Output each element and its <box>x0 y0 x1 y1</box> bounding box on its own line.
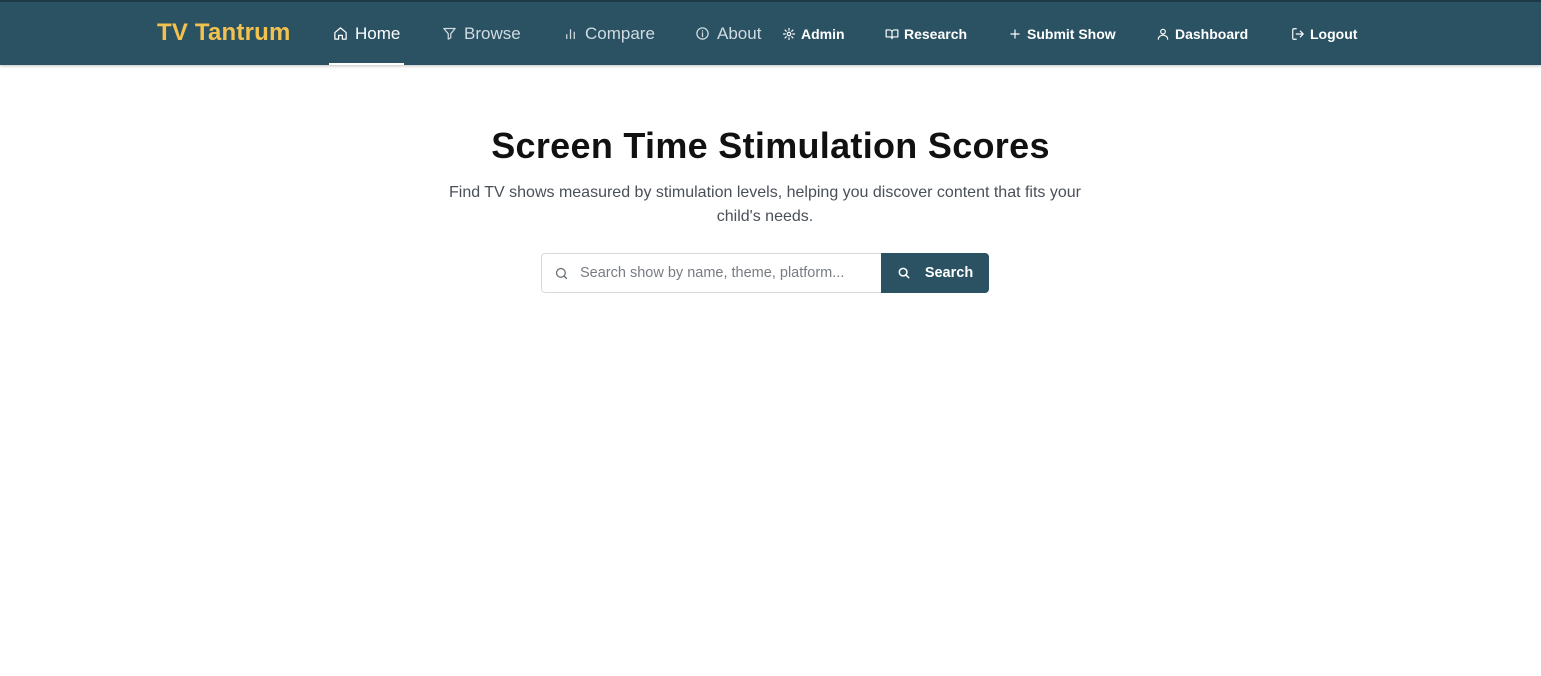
user-icon <box>1157 28 1169 40</box>
plus-icon <box>1010 28 1020 39</box>
nav-dashboard[interactable]: Dashboard <box>1156 2 1248 65</box>
search-input[interactable] <box>580 255 882 291</box>
nav-submit-show[interactable]: Submit Show <box>1008 2 1116 65</box>
bar-chart-icon <box>566 29 575 40</box>
gear-icon <box>782 27 796 40</box>
page-subtitle: Find TV shows measured by stimulation le… <box>448 184 1081 225</box>
info-icon <box>696 27 709 40</box>
brand-logo[interactable]: TV Tantrum <box>157 19 291 47</box>
nav-browse[interactable]: Browse <box>442 2 521 65</box>
nav-logout[interactable]: Logout <box>1291 2 1357 65</box>
nav-dashboard-label: Dashboard <box>1175 25 1249 42</box>
nav-admin-label: Admin <box>801 25 845 42</box>
page-title: Screen Time Stimulation Scores <box>491 125 1050 166</box>
nav-submit-show-label: Submit Show <box>1027 25 1116 42</box>
nav-browse-label: Browse <box>464 23 521 43</box>
search-button[interactable]: Search <box>881 253 989 293</box>
book-icon <box>885 28 899 39</box>
logout-icon <box>1292 27 1304 40</box>
search-icon <box>542 266 580 281</box>
nav-home[interactable]: Home <box>328 2 405 65</box>
nav-compare[interactable]: Compare <box>563 2 655 65</box>
nav-about[interactable]: About <box>695 2 761 65</box>
nav-admin[interactable]: Admin <box>782 2 845 65</box>
search-icon <box>898 267 910 279</box>
nav-logout-label: Logout <box>1310 25 1358 42</box>
search-button-label: Search <box>924 265 974 281</box>
nav-research-label: Research <box>904 25 968 42</box>
nav-about-label: About <box>717 23 762 43</box>
nav-compare-label: Compare <box>585 23 655 43</box>
top-navbar: TV Tantrum Home Browse Compare About Adm… <box>0 0 1541 65</box>
search-box <box>541 253 882 293</box>
nav-home-label: Home <box>355 23 401 43</box>
nav-research[interactable]: Research <box>885 2 967 65</box>
filter-icon <box>443 27 456 40</box>
home-icon <box>334 27 347 40</box>
